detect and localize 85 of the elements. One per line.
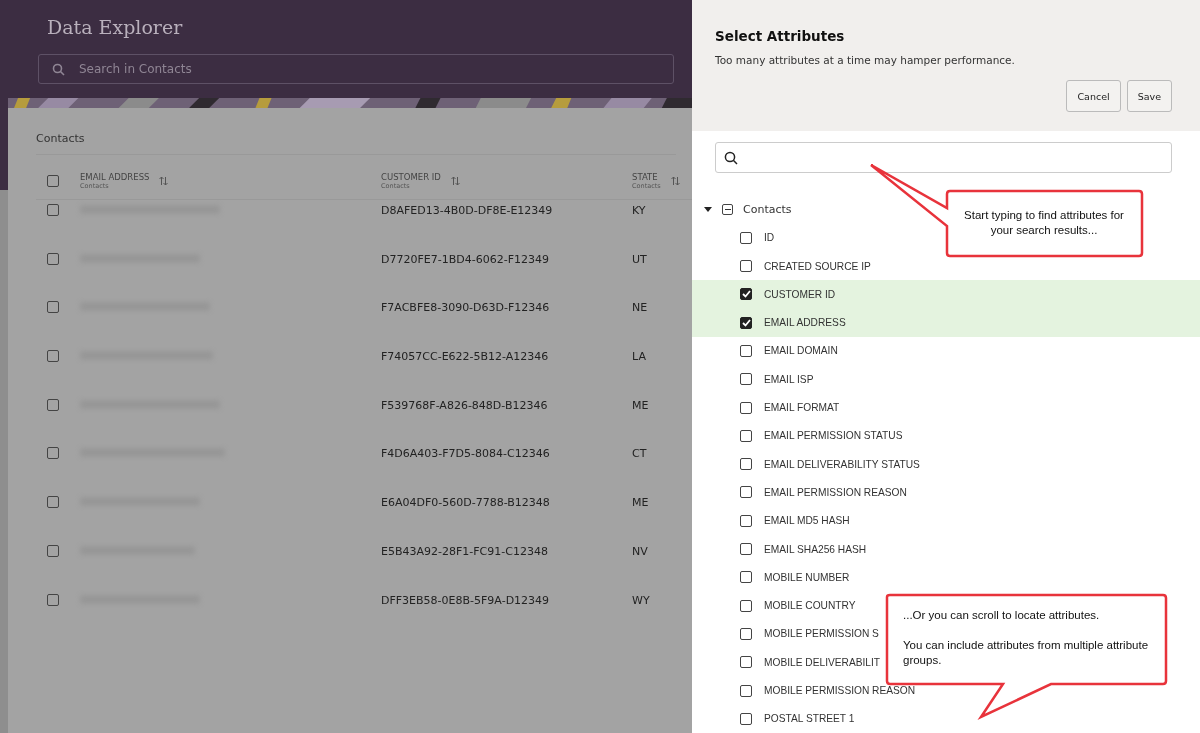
- attribute-label: MOBILE COUNTRY: [764, 600, 856, 612]
- row-checkbox[interactable]: [47, 496, 59, 509]
- attribute-checkbox[interactable]: [740, 684, 752, 697]
- attribute-checkbox[interactable]: [740, 458, 752, 471]
- attribute-checkbox[interactable]: [740, 486, 752, 499]
- column-header[interactable]: STATE: [632, 172, 661, 182]
- attribute-label: POSTAL STREET 1: [764, 713, 855, 725]
- table-title: Contacts: [36, 132, 676, 155]
- cancel-button[interactable]: Cancel: [1066, 80, 1121, 112]
- attribute-checkbox[interactable]: [740, 345, 752, 357]
- attribute-label: CUSTOMER ID: [764, 288, 836, 300]
- table-cell-text: D7720FE7-1BD4-6062-F12349: [381, 252, 550, 266]
- attribute-label: MOBILE PERMISSION S: [764, 628, 879, 640]
- attribute-search-field[interactable]: [715, 142, 1172, 174]
- attribute-checkbox[interactable]: [740, 571, 752, 584]
- attribute-label: MOBILE DELIVERABILIT: [764, 656, 881, 668]
- callout-text: ...Or you can scroll to locate attributes.: [903, 608, 1101, 623]
- attribute-label: MOBILE NUMBER: [764, 571, 850, 583]
- attribute-label: EMAIL ISP: [764, 373, 814, 385]
- tree-item-label[interactable]: Contacts: [743, 203, 792, 216]
- attribute-label: EMAIL PERMISSION STATUS: [764, 430, 903, 442]
- sort-icon[interactable]: [159, 176, 169, 186]
- attribute-label: EMAIL SHA256 HASH: [764, 543, 867, 555]
- table-cell-text: F4D6A403-F7D5-8084-C12346: [381, 447, 551, 461]
- row-checkbox[interactable]: [47, 252, 59, 265]
- app-title: Data Explorer: [46, 15, 184, 40]
- table-cell-text: LA: [632, 350, 647, 364]
- row-checkbox[interactable]: [47, 447, 59, 460]
- attribute-checkbox[interactable]: [740, 712, 752, 725]
- sort-icon[interactable]: [450, 176, 460, 186]
- sort-icon[interactable]: [670, 176, 680, 186]
- attribute-label: ID: [764, 232, 775, 244]
- row-checkbox[interactable]: [47, 350, 59, 363]
- table-cell-text: F74057CC-E622-5B12-A12346: [381, 350, 550, 364]
- attribute-checkbox[interactable]: [740, 429, 752, 442]
- attribute-label: MOBILE PERMISSION REASON: [764, 685, 916, 697]
- attribute-label: EMAIL DELIVERABILITY STATUS: [764, 458, 920, 470]
- attribute-checkbox[interactable]: [740, 514, 752, 527]
- table-cell-text: ME: [632, 496, 650, 510]
- table-cell-text: DFF3EB58-0E8B-5F9A-D12349: [381, 593, 551, 607]
- attribute-checkbox[interactable]: [740, 543, 752, 556]
- table-cell-text: E6A04DF0-560D-7788-B12348: [381, 496, 551, 510]
- row-checkbox[interactable]: [47, 544, 59, 557]
- attribute-label: CREATED SOURCE IP: [764, 260, 871, 272]
- group-checkbox[interactable]: [722, 204, 733, 215]
- table-cell-text: E5B43A92-28F1-FC91-C12348: [381, 544, 549, 558]
- caret-icon[interactable]: [704, 206, 712, 213]
- attribute-checkbox[interactable]: [740, 288, 752, 301]
- row-checkbox[interactable]: [47, 593, 59, 606]
- table-cell-text: UT: [632, 252, 648, 266]
- attribute-label: EMAIL PERMISSION REASON: [764, 486, 907, 498]
- attribute-label: EMAIL ADDRESS: [764, 317, 846, 329]
- search-field[interactable]: Search in Contacts: [38, 54, 674, 84]
- attribute-checkbox[interactable]: [740, 231, 752, 244]
- row-checkbox[interactable]: [47, 204, 59, 216]
- attribute-checkbox[interactable]: [740, 656, 752, 669]
- table-cell-text: F7ACBFE8-3090-D63D-F12346: [381, 301, 551, 315]
- attribute-checkbox[interactable]: [740, 260, 752, 273]
- column-header[interactable]: CUSTOMER ID: [381, 172, 441, 182]
- table-cell-text: D8AFED13-4B0D-DF8E-E12349: [381, 204, 554, 217]
- row-checkbox[interactable]: [47, 301, 59, 314]
- select-all-checkbox[interactable]: [47, 175, 59, 187]
- table-cell-text: F539768F-A826-848D-B12346: [381, 398, 549, 412]
- attribute-label: EMAIL MD5 HASH: [764, 515, 850, 527]
- panel-subtitle: Too many attributes at a time may hamper performance.: [715, 54, 1016, 66]
- callout-text: Start typing to find attributes for your search results...: [963, 208, 1125, 238]
- attribute-checkbox[interactable]: [740, 627, 752, 640]
- table-cell-text: ME: [632, 398, 650, 412]
- callout-text: You can include attributes from multiple attribute groups.: [903, 638, 1150, 668]
- attribute-checkbox[interactable]: [740, 599, 752, 612]
- attribute-label: EMAIL DOMAIN: [764, 345, 838, 357]
- table-cell-text: CT: [632, 447, 648, 461]
- attribute-checkbox[interactable]: [740, 401, 752, 414]
- table-cell-text: KY: [632, 204, 647, 217]
- attribute-label: EMAIL FORMAT: [764, 402, 840, 414]
- attribute-checkbox[interactable]: [740, 373, 752, 386]
- search-icon: [52, 63, 65, 76]
- table-cell-text: NV: [632, 544, 649, 558]
- column-header[interactable]: EMAIL ADDRESS: [80, 172, 150, 182]
- attribute-checkbox[interactable]: [740, 316, 752, 329]
- table-cell-text: WY: [632, 593, 651, 607]
- row-checkbox[interactable]: [47, 398, 59, 411]
- save-button[interactable]: Save: [1126, 80, 1172, 112]
- panel-title: Select Attributes: [715, 28, 846, 44]
- table-cell-text: NE: [632, 301, 649, 315]
